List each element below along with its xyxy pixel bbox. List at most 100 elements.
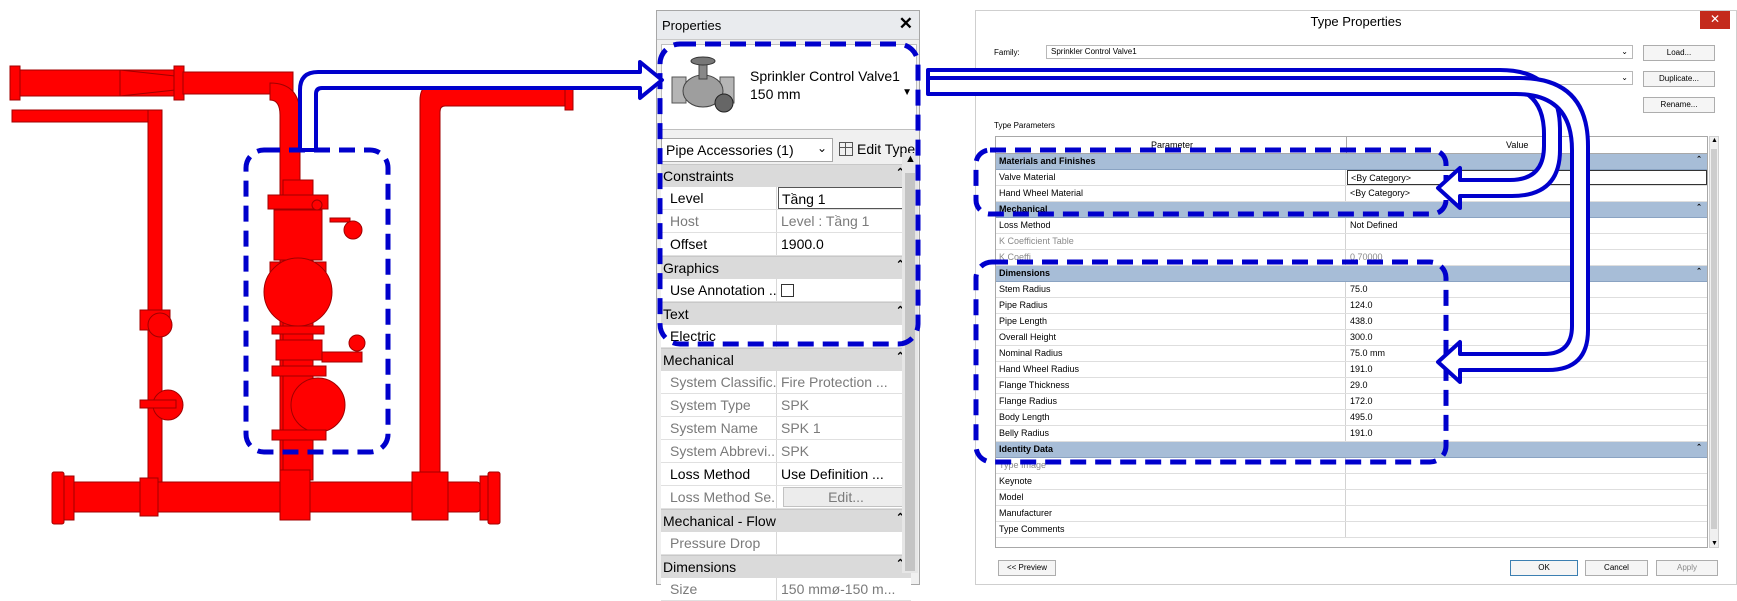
level-input[interactable]: Tầng 1 [778, 187, 911, 209]
pipe-radius-value[interactable]: 124.0 [1347, 298, 1707, 313]
row-label: Loss Method Se... [661, 486, 777, 508]
table-row[interactable]: Model [996, 490, 1707, 506]
close-icon[interactable]: ✕ [1700, 11, 1730, 29]
col-value: Value [1506, 140, 1529, 150]
scroll-up-icon[interactable]: ▲ [1711, 137, 1718, 144]
row-host: Host Level : Tầng 1 [661, 210, 911, 233]
param-label: Type Comments [996, 522, 1346, 537]
row-offset[interactable]: Offset 1900.0 [661, 233, 911, 256]
type-selector[interactable]: Sprinkler Control Valve1 150 mm ▼ [661, 44, 917, 130]
row-electric[interactable]: Electric [661, 325, 911, 348]
hand-wheel-radius-value[interactable]: 191.0 [1347, 362, 1707, 377]
section-constraints[interactable]: Constraints ⌃ [661, 164, 911, 187]
flange-thickness-value[interactable]: 29.0 [1347, 378, 1707, 393]
properties-scrollbar[interactable]: ▲ [902, 153, 918, 573]
table-row[interactable]: Flange Thickness 29.0 [996, 378, 1707, 394]
section-materials[interactable]: Materials and Finishes ⌃ [996, 154, 1707, 170]
table-row[interactable]: Valve Material <By Category> [996, 170, 1707, 186]
row-use-annotation[interactable]: Use Annotation ... [661, 279, 911, 302]
model-value[interactable] [1347, 490, 1707, 505]
table-row[interactable]: Type Comments [996, 522, 1707, 538]
scroll-down-icon[interactable]: ▼ [1711, 540, 1718, 547]
row-value: SPK [781, 443, 810, 459]
param-label: K Coeffi [996, 250, 1346, 265]
collapse-icon[interactable]: ⌃ [1696, 267, 1702, 275]
electric-input[interactable] [778, 325, 911, 347]
nominal-radius-value[interactable]: 75.0 mm [1347, 346, 1707, 361]
ok-button[interactable]: OK [1510, 560, 1578, 576]
hand-wheel-material-value[interactable]: <By Category> [1347, 186, 1707, 201]
table-row[interactable]: Body Length 495.0 [996, 410, 1707, 426]
row-level[interactable]: Level Tầng 1 [661, 187, 911, 210]
table-row[interactable]: Hand Wheel Radius 191.0 [996, 362, 1707, 378]
table-row[interactable]: Manufacturer [996, 506, 1707, 522]
table-row[interactable]: Flange Radius 172.0 [996, 394, 1707, 410]
section-label: Graphics [663, 260, 720, 276]
row-loss-method[interactable]: Loss Method Use Definition ... [661, 463, 911, 486]
table-row: Type Image [996, 458, 1707, 474]
table-row[interactable]: Stem Radius 75.0 [996, 282, 1707, 298]
loss-method-select[interactable]: Use Definition ... [778, 463, 911, 485]
section-label: Mechanical - Flow [663, 513, 776, 529]
param-label: Type Image [996, 458, 1346, 473]
section-mechanical-flow[interactable]: Mechanical - Flow ⌃ [661, 509, 911, 532]
keynote-value[interactable] [1347, 474, 1707, 489]
body-length-value[interactable]: 495.0 [1347, 410, 1707, 425]
valve-material-value[interactable]: <By Category> [1347, 170, 1707, 185]
section-mechanical[interactable]: Mechanical ⌃ [661, 348, 911, 371]
section-identity-data[interactable]: Identity Data ⌃ [996, 442, 1707, 458]
rename-button[interactable]: Rename... [1643, 97, 1715, 113]
collapse-icon[interactable]: ⌃ [1696, 443, 1702, 451]
load-button[interactable]: Load... [1643, 45, 1715, 61]
table-row[interactable]: Overall Height 300.0 [996, 330, 1707, 346]
scroll-thumb[interactable] [905, 173, 915, 571]
type-comments-value[interactable] [1347, 522, 1707, 537]
collapse-icon[interactable]: ⌃ [1696, 155, 1702, 163]
dialog-title: Type Properties [1310, 14, 1402, 29]
family-select[interactable]: Sprinkler Control Valve1 ⌄ [1046, 45, 1633, 59]
table-row[interactable]: Loss Method Not Defined [996, 218, 1707, 234]
cancel-button[interactable]: Cancel [1585, 560, 1648, 576]
belly-radius-value[interactable]: 191.0 [1347, 426, 1707, 441]
manufacturer-value[interactable] [1347, 506, 1707, 521]
preview-button[interactable]: << Preview [998, 560, 1056, 576]
chevron-down-icon[interactable]: ▼ [902, 87, 912, 98]
table-row: K Coefficient Table [996, 234, 1707, 250]
section-dimensions[interactable]: Dimensions ⌃ [996, 266, 1707, 282]
stem-radius-value[interactable]: 75.0 [1347, 282, 1707, 297]
table-row[interactable]: Pipe Radius 124.0 [996, 298, 1707, 314]
type-select[interactable]: 150 mm ⌄ [1046, 71, 1633, 85]
instance-filter-dropdown[interactable]: Pipe Accessories (1) ⌄ [661, 138, 833, 162]
col-parameter: Parameter [1151, 140, 1194, 150]
table-row[interactable]: Nominal Radius 75.0 mm [996, 346, 1707, 362]
section-graphics[interactable]: Graphics ⌃ [661, 256, 911, 279]
row-label: System Abbrevi... [661, 440, 777, 462]
param-label: Hand Wheel Material [996, 186, 1346, 201]
scroll-thumb[interactable] [1711, 149, 1717, 529]
table-header: Parameter Value [996, 137, 1707, 154]
row-label: Electric [661, 325, 777, 347]
table-row[interactable]: Keynote [996, 474, 1707, 490]
section-dimensions[interactable]: Dimensions ⌃ [661, 555, 911, 578]
table-scrollbar[interactable]: ▲ ▼ [1709, 136, 1719, 548]
pipe-length-value[interactable]: 438.0 [1347, 314, 1707, 329]
overall-height-value[interactable]: 300.0 [1347, 330, 1707, 345]
loss-method-value[interactable]: Not Defined [1347, 218, 1707, 233]
apply-button[interactable]: Apply [1656, 560, 1718, 576]
param-label: Pipe Length [996, 314, 1346, 329]
collapse-icon[interactable]: ⌃ [1696, 203, 1702, 211]
table-row[interactable]: Belly Radius 191.0 [996, 426, 1707, 442]
row-label: Use Annotation ... [661, 279, 777, 301]
offset-input[interactable]: 1900.0 [778, 233, 911, 255]
type-parameters-table: Parameter Value Materials and Finishes ⌃ … [995, 136, 1708, 548]
table-row[interactable]: Hand Wheel Material <By Category> [996, 186, 1707, 202]
loss-method-edit-button[interactable]: Edit... [783, 487, 909, 507]
table-row[interactable]: Pipe Length 438.0 [996, 314, 1707, 330]
duplicate-button[interactable]: Duplicate... [1643, 71, 1715, 87]
section-mechanical[interactable]: Mechanical ⌃ [996, 202, 1707, 218]
section-text[interactable]: Text ⌃ [661, 302, 911, 325]
flange-radius-value[interactable]: 172.0 [1347, 394, 1707, 409]
use-annotation-checkbox[interactable] [781, 284, 794, 297]
scroll-up-icon[interactable]: ▲ [905, 153, 916, 165]
close-icon[interactable]: ✕ [899, 14, 913, 34]
